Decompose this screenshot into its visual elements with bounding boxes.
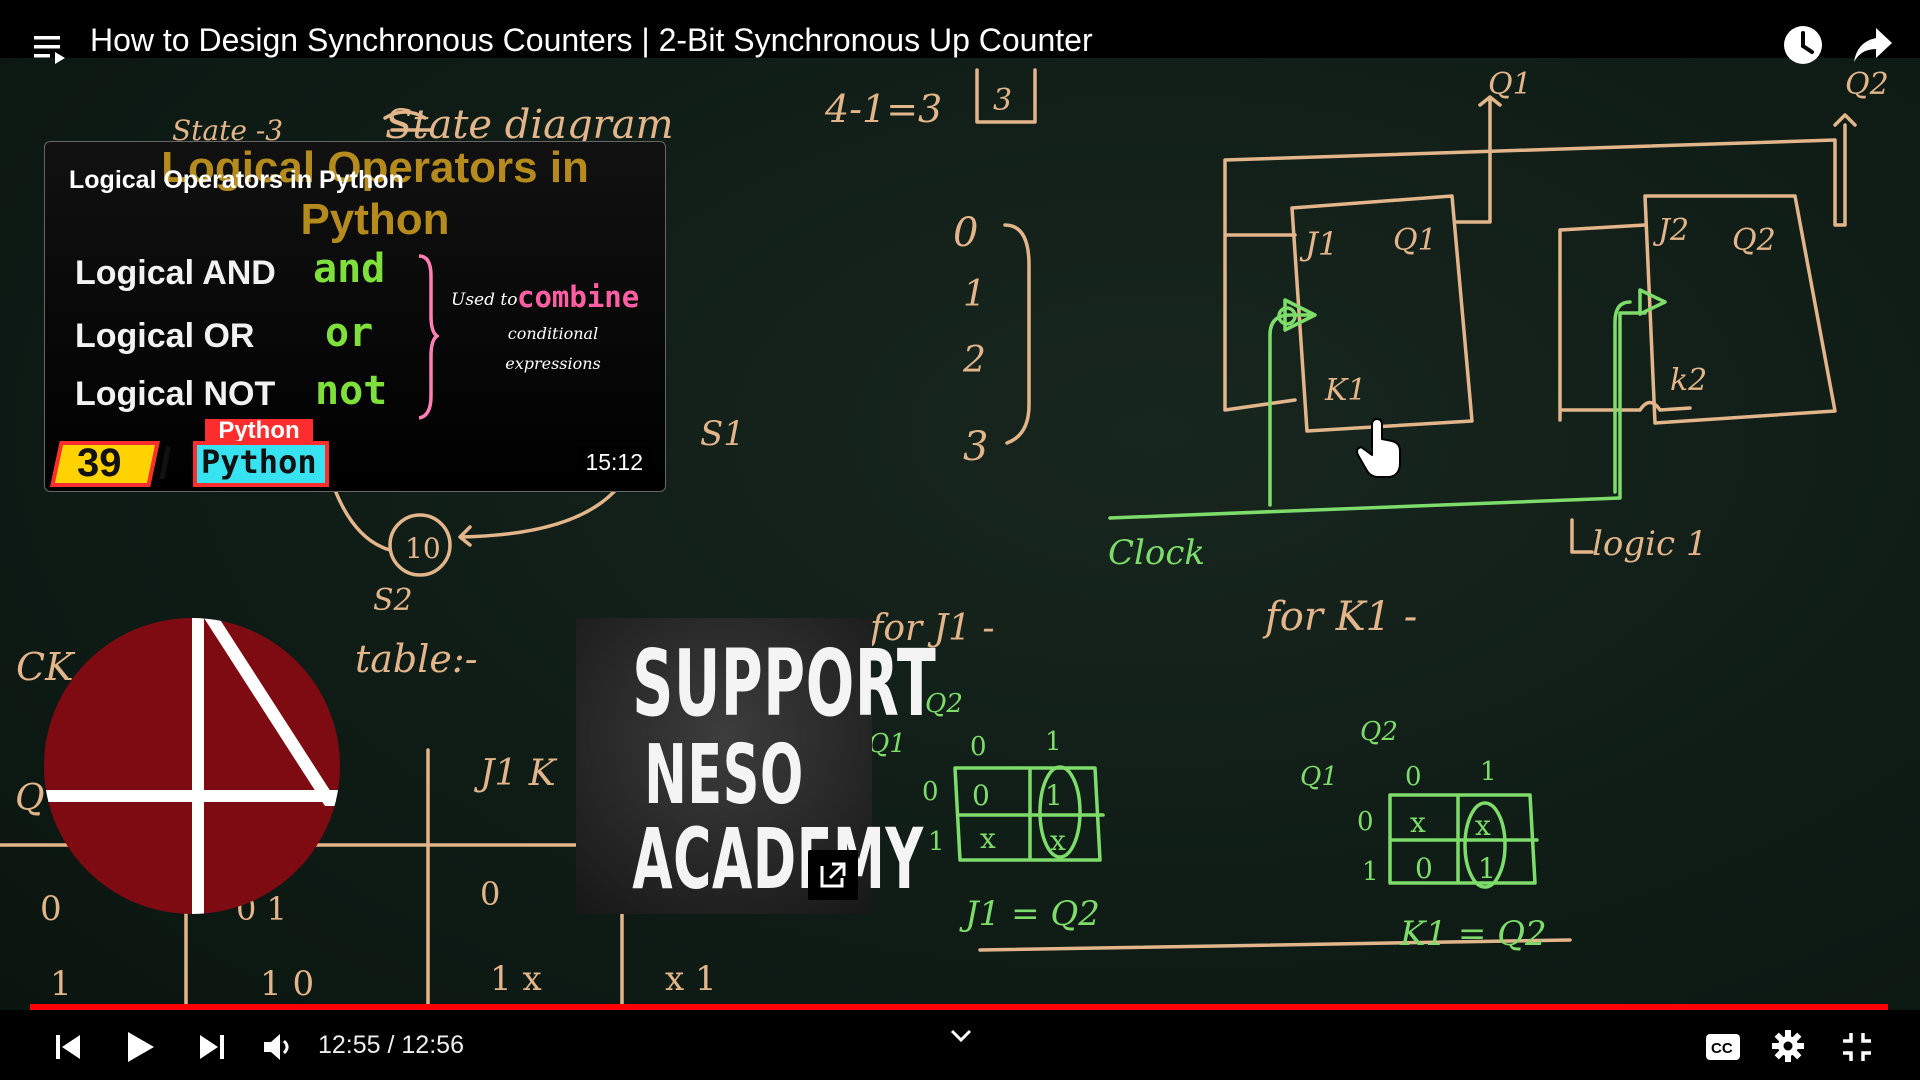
svg-text:1: 1 [1362, 857, 1379, 887]
svg-text:0: 0 [972, 779, 990, 812]
next-icon[interactable] [198, 1033, 226, 1061]
svg-text:1: 1 [963, 274, 986, 315]
svg-text:1: 1 [1045, 779, 1063, 812]
operator-keyword-and: and [313, 246, 386, 292]
svg-text:J2: J2 [1652, 213, 1689, 248]
episode-badge: Python 39 / Python [50, 419, 371, 488]
svg-text:0: 0 [40, 889, 62, 929]
svg-text:k2: k2 [1670, 363, 1707, 398]
svg-text:J1 K: J1 K [473, 753, 558, 794]
svg-text:x: x [1410, 806, 1426, 839]
svg-text:3: 3 [993, 83, 1012, 118]
desc-line1: conditional [507, 324, 599, 343]
svg-text:1: 1 [1045, 727, 1062, 757]
svg-text:1: 1 [1478, 852, 1496, 885]
svg-text:Q2: Q2 [1360, 717, 1398, 747]
svg-text:3: 3 [963, 424, 988, 470]
svg-text:K1: K1 [1324, 373, 1367, 408]
svg-text:0: 0 [1357, 807, 1374, 837]
svg-text:1 0: 1 0 [260, 964, 314, 1004]
channel-logo-icon [44, 618, 340, 914]
svg-text:Q2: Q2 [1732, 223, 1776, 258]
support-line1: SUPPORT [632, 630, 937, 737]
support-line2: NESO [644, 728, 804, 823]
svg-text:0: 0 [970, 732, 987, 762]
svg-text:Q1: Q1 [1300, 762, 1338, 792]
badge-slash: / [159, 439, 172, 488]
watch-later-icon[interactable] [1782, 24, 1824, 66]
previous-icon[interactable] [54, 1033, 82, 1061]
playlist-icon[interactable] [34, 32, 68, 64]
chevron-down-icon[interactable] [949, 1028, 973, 1044]
end-screen-video-card[interactable]: Logical Operators in Python Logical Oper… [44, 141, 666, 492]
captions-icon[interactable]: CC [1706, 1034, 1740, 1060]
svg-text:10: 10 [405, 532, 441, 565]
svg-text:J1: J1 [1299, 225, 1338, 263]
exit-fullscreen-icon[interactable] [1842, 1032, 1872, 1062]
badge-lang: Python [201, 443, 317, 481]
total-duration: 12:56 [401, 1031, 464, 1059]
card-video-title: Logical Operators in Python [69, 166, 404, 194]
settings-icon[interactable] [1772, 1030, 1804, 1062]
time-display: 12:55 / 12:56 [318, 1031, 464, 1060]
svg-text:1: 1 [928, 827, 945, 857]
svg-text:CK: CK [16, 645, 76, 689]
time-separator: / [380, 1031, 402, 1059]
svg-text:0: 0 [953, 210, 978, 256]
svg-text:1 x: 1 x [490, 959, 542, 999]
brace-icon [418, 254, 439, 420]
channel-subscribe-logo[interactable] [44, 618, 340, 914]
svg-text:Clock: Clock [1108, 533, 1205, 573]
volume-icon[interactable] [262, 1033, 294, 1061]
combine-text: combine [517, 280, 640, 314]
svg-text:1: 1 [1480, 757, 1497, 787]
operator-label-and: Logical AND [75, 254, 276, 292]
svg-text:for K1 -: for K1 - [1262, 594, 1417, 640]
svg-text:K1 = Q2: K1 = Q2 [1399, 914, 1547, 954]
svg-text:logic 1: logic 1 [1592, 524, 1707, 564]
svg-text:0: 0 [480, 875, 500, 913]
svg-text:Q2: Q2 [1845, 67, 1889, 102]
svg-text:2: 2 [962, 340, 986, 381]
badge-number: 39 [77, 441, 122, 485]
svg-text:S2: S2 [373, 583, 413, 618]
operator-label-or: Logical OR [75, 317, 255, 355]
operator-label-not: Logical NOT [75, 375, 276, 413]
card-duration: 15:12 [577, 446, 651, 479]
svg-text:J1 = Q2: J1 = Q2 [959, 894, 1100, 934]
svg-text:1: 1 [50, 964, 72, 1004]
svg-text:0: 0 [1415, 852, 1433, 885]
svg-text:x: x [1475, 809, 1491, 842]
support-line3: ACADEMY [632, 810, 924, 908]
svg-text:CC: CC [1711, 1040, 1733, 1057]
external-link-icon [820, 862, 846, 888]
current-time: 12:55 [318, 1031, 381, 1059]
share-icon[interactable] [1852, 26, 1894, 64]
svg-text:S1: S1 [700, 414, 745, 454]
operator-keyword-or: or [325, 310, 374, 356]
operator-keyword-not: not [315, 368, 388, 414]
svg-text:Q1: Q1 [1393, 223, 1437, 258]
external-link-button[interactable] [808, 850, 858, 900]
badge-top-label: Python [205, 419, 313, 443]
svg-text:Q1: Q1 [1488, 67, 1532, 102]
svg-text:Q: Q [15, 778, 45, 819]
desc-line2: expressions [505, 354, 601, 373]
svg-text:x: x [980, 822, 996, 855]
player-top-bar: How to Design Synchronous Counters | 2-B… [0, 0, 1920, 64]
play-icon[interactable] [126, 1030, 156, 1064]
svg-text:4-1=3: 4-1=3 [824, 87, 942, 131]
used-to-text: Used to [451, 290, 518, 310]
svg-text:0: 0 [922, 777, 939, 807]
support-link-card[interactable]: SUPPORT NESO ACADEMY [576, 618, 937, 914]
svg-text:table:-: table:- [355, 637, 478, 681]
video-title[interactable]: How to Design Synchronous Counters | 2-B… [90, 22, 1093, 59]
svg-text:0: 0 [1405, 762, 1422, 792]
svg-text:x 1: x 1 [665, 959, 717, 999]
